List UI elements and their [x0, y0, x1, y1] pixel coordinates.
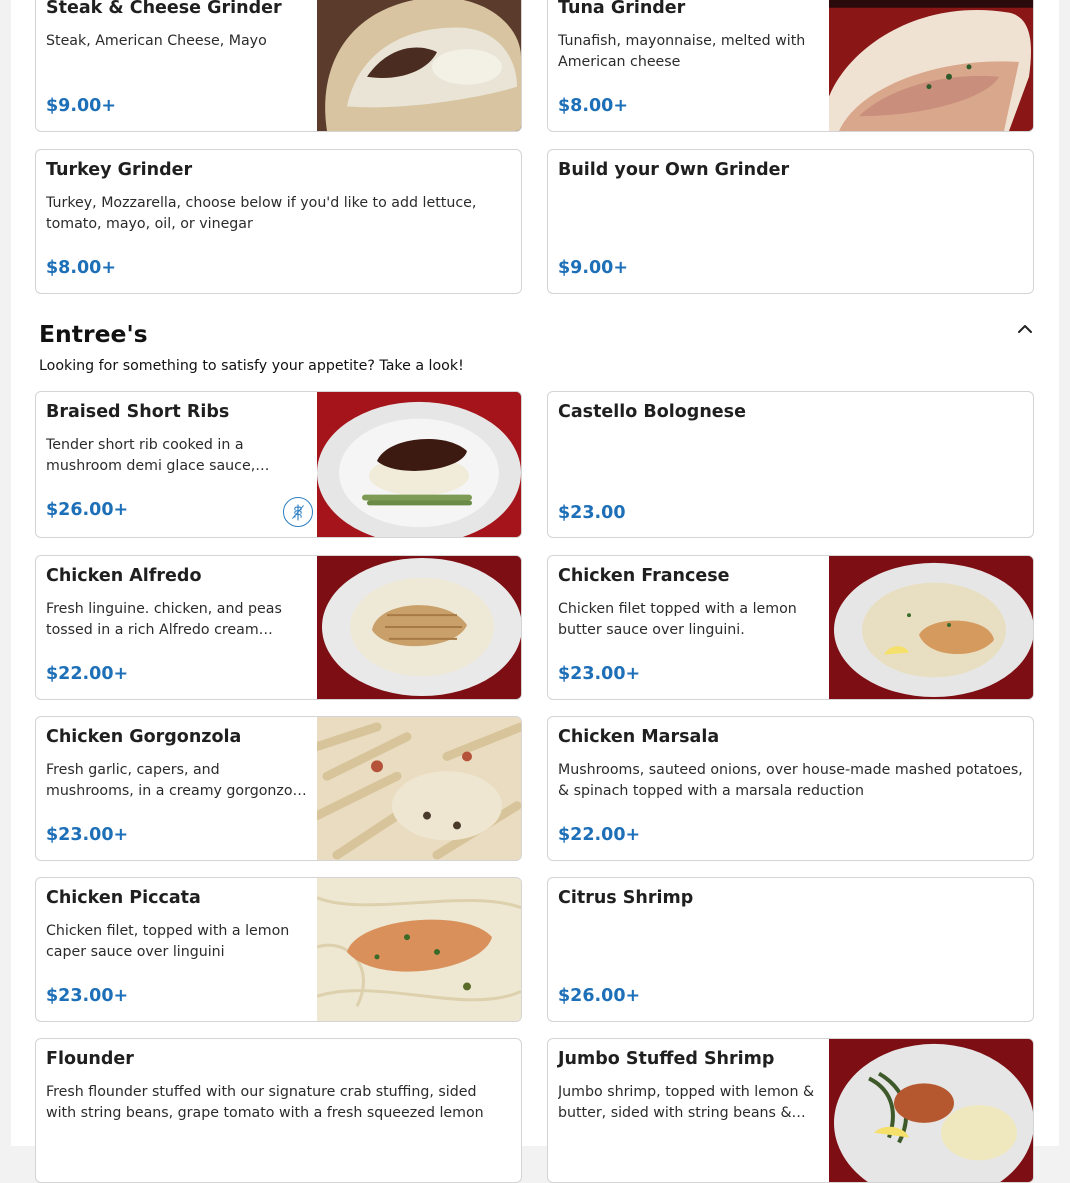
- item-description: Tender short rib cooked in a mushroom de…: [46, 437, 256, 474]
- item-name: Chicken Marsala: [558, 727, 720, 747]
- menu-item-chicken-francese[interactable]: Chicken Francese Chicken filet topped wi…: [547, 555, 1034, 700]
- item-price: $8.00+: [558, 96, 629, 116]
- item-info: Turkey Grinder Turkey, Mozzarella, choos…: [46, 150, 511, 293]
- item-name: Citrus Shrimp: [558, 888, 694, 908]
- item-info: Chicken Marsala Mushrooms, sauteed onion…: [558, 717, 1023, 860]
- item-price: $23.00+: [558, 664, 641, 684]
- item-name: Turkey Grinder: [46, 160, 193, 180]
- item-info: Castello Bolognese $23.00: [558, 392, 1023, 537]
- menu-item-chicken-marsala[interactable]: Chicken Marsala Mushrooms, sauteed onion…: [547, 716, 1034, 861]
- item-description: Chicken filet, topped with a lemon caper…: [46, 923, 290, 960]
- item-description: Fresh linguine. chicken, and peas tossed…: [46, 601, 282, 638]
- item-name: Flounder: [46, 1049, 134, 1069]
- item-info: Tuna Grinder Tunafish, mayonnaise, melte…: [558, 0, 819, 131]
- item-info: Jumbo Stuffed Shrimp Jumbo shrimp, toppe…: [558, 1039, 819, 1182]
- item-description: Jumbo shrimp, topped with lemon & butter…: [558, 1084, 815, 1121]
- menu-item-turkey-grinder[interactable]: Turkey Grinder Turkey, Mozzarella, choos…: [35, 149, 522, 294]
- menu-item-jumbo-stuffed-shrimp[interactable]: Jumbo Stuffed Shrimp Jumbo shrimp, toppe…: [547, 1038, 1034, 1183]
- item-photo: [317, 392, 521, 537]
- item-photo: [317, 717, 521, 860]
- item-info: Steak & Cheese Grinder Steak, American C…: [46, 0, 307, 131]
- item-description: Fresh flounder stuffed with our signatur…: [46, 1084, 484, 1121]
- menu-item-chicken-piccata[interactable]: Chicken Piccata Chicken filet, topped wi…: [35, 877, 522, 1022]
- item-info: Braised Short Ribs Tender short rib cook…: [46, 392, 313, 537]
- item-price: $23.00+: [46, 825, 129, 845]
- menu-item-flounder[interactable]: Flounder Fresh flounder stuffed with our…: [35, 1038, 522, 1183]
- item-name: Chicken Piccata: [46, 888, 201, 908]
- item-photo: [829, 0, 1033, 131]
- item-name: Braised Short Ribs: [46, 402, 230, 422]
- item-description: Fresh garlic, capers, and mushrooms, in …: [46, 762, 306, 799]
- item-info: Build your Own Grinder $9.00+: [558, 150, 1023, 293]
- item-name: Build your Own Grinder: [558, 160, 790, 180]
- item-name: Chicken Francese: [558, 566, 730, 586]
- wheat-icon[interactable]: [283, 497, 313, 527]
- item-info: Chicken Gorgonzola Fresh garlic, capers,…: [46, 717, 307, 860]
- item-price: $22.00+: [46, 664, 129, 684]
- menu-item-build-your-own-grinder[interactable]: Build your Own Grinder $9.00+: [547, 149, 1034, 294]
- menu-item-chicken-gorgonzola[interactable]: Chicken Gorgonzola Fresh garlic, capers,…: [35, 716, 522, 861]
- chevron-up-icon[interactable]: [1013, 317, 1037, 341]
- item-price: $9.00+: [46, 96, 117, 116]
- item-description: Chicken filet topped with a lemon butter…: [558, 601, 797, 638]
- item-info: Citrus Shrimp $26.00+: [558, 878, 1023, 1021]
- item-photo: [829, 1039, 1033, 1182]
- section-subtitle: Looking for something to satisfy your ap…: [39, 358, 464, 374]
- item-description: Steak, American Cheese, Mayo: [46, 33, 267, 49]
- item-description: Turkey, Mozzarella, choose below if you'…: [46, 195, 477, 232]
- menu-item-tuna-grinder[interactable]: Tuna Grinder Tunafish, mayonnaise, melte…: [547, 0, 1034, 132]
- item-description: Mushrooms, sauteed onions, over house-ma…: [558, 762, 1023, 799]
- menu-item-chicken-alfredo[interactable]: Chicken Alfredo Fresh linguine. chicken,…: [35, 555, 522, 700]
- item-price: $22.00+: [558, 825, 641, 845]
- item-photo: [317, 0, 521, 131]
- item-info: Chicken Alfredo Fresh linguine. chicken,…: [46, 556, 307, 699]
- item-price: $23.00: [558, 503, 626, 523]
- menu-item-steak-cheese-grinder[interactable]: Steak & Cheese Grinder Steak, American C…: [35, 0, 522, 132]
- menu-item-citrus-shrimp[interactable]: Citrus Shrimp $26.00+: [547, 877, 1034, 1022]
- item-info: Chicken Francese Chicken filet topped wi…: [558, 556, 819, 699]
- item-name: Jumbo Stuffed Shrimp: [558, 1049, 775, 1069]
- section-title: Entree's: [39, 320, 148, 348]
- item-price: $23.00+: [46, 986, 129, 1006]
- item-photo: [317, 878, 521, 1021]
- item-price: $26.00+: [558, 986, 641, 1006]
- item-info: Flounder Fresh flounder stuffed with our…: [46, 1039, 511, 1182]
- item-name: Tuna Grinder: [558, 0, 686, 18]
- item-price: $8.00+: [46, 258, 117, 278]
- item-name: Steak & Cheese Grinder: [46, 0, 282, 18]
- item-name: Chicken Gorgonzola: [46, 727, 242, 747]
- item-name: Castello Bolognese: [558, 402, 746, 422]
- item-description: Tunafish, mayonnaise, melted with Americ…: [558, 33, 806, 70]
- item-photo: [317, 556, 521, 699]
- menu-page: Steak & Cheese Grinder Steak, American C…: [11, 0, 1059, 1183]
- item-name: Chicken Alfredo: [46, 566, 202, 586]
- item-info: Chicken Piccata Chicken filet, topped wi…: [46, 878, 307, 1021]
- menu-item-castello-bolognese[interactable]: Castello Bolognese $23.00: [547, 391, 1034, 538]
- menu-item-braised-short-ribs[interactable]: Braised Short Ribs Tender short rib cook…: [35, 391, 522, 538]
- item-price: $26.00+: [46, 500, 129, 520]
- item-photo: [829, 556, 1033, 699]
- item-price: $9.00+: [558, 258, 629, 278]
